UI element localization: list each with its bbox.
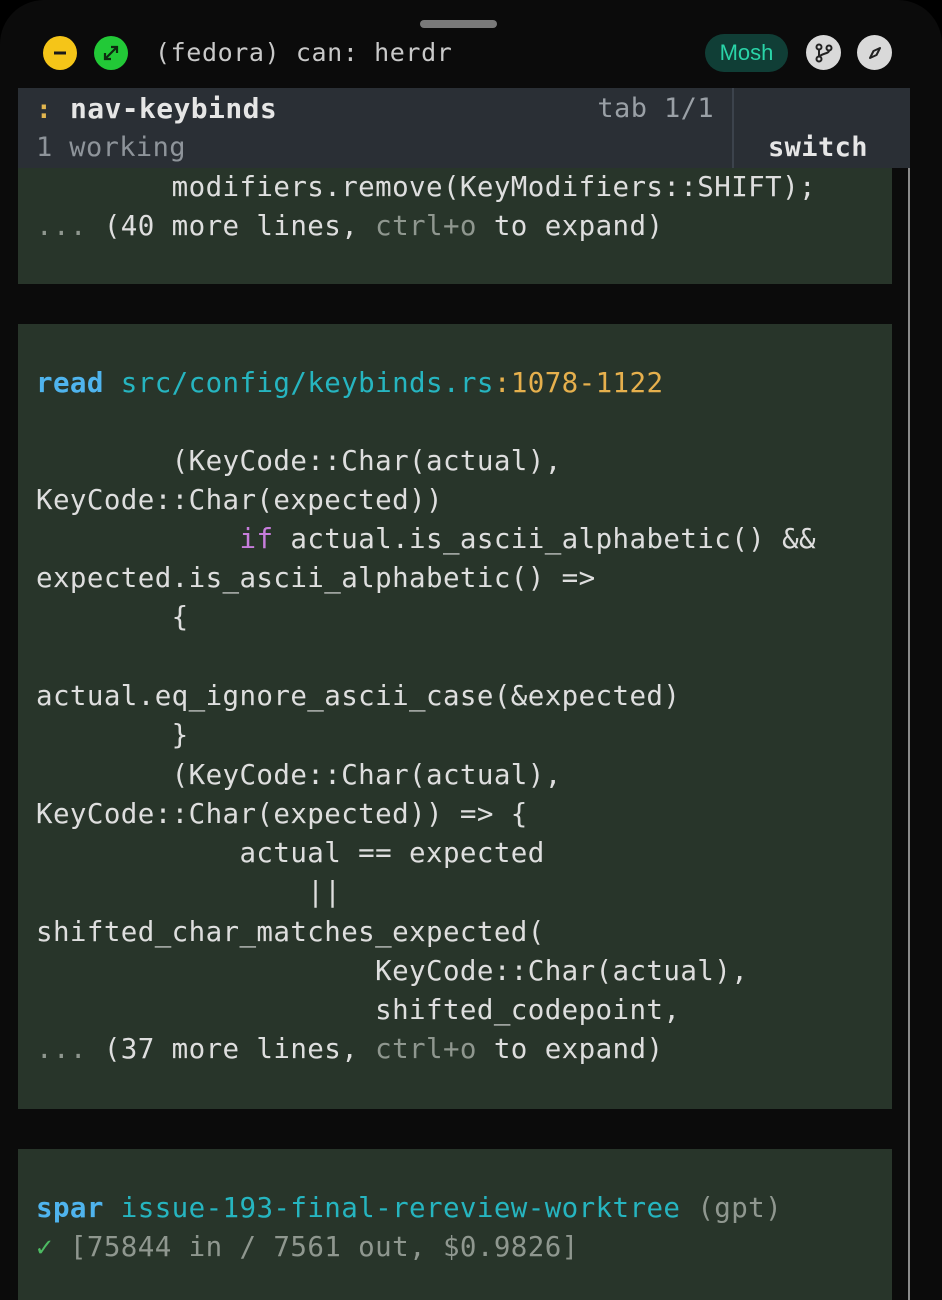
spar-tool-block: spar issue-193-final-rereview-worktree (…: [18, 1149, 892, 1300]
scrollbar[interactable]: [908, 168, 910, 1300]
session-status: 1 working: [36, 132, 186, 163]
read-command-line: read src/config/keybinds.rs:1078-1122: [36, 364, 663, 403]
check-icon: ✓: [36, 1231, 53, 1263]
file-path[interactable]: src/config/keybinds.rs: [121, 367, 494, 399]
expand-hint-suffix: to expand): [476, 210, 664, 242]
code-line: ||: [36, 876, 342, 908]
minimize-button[interactable]: [43, 36, 77, 70]
mosh-badge[interactable]: Mosh: [705, 34, 788, 72]
expand-hint-suffix: to expand): [476, 1033, 664, 1065]
compass-icon: [868, 46, 881, 59]
code-line: (KeyCode::Char(actual),: [36, 445, 562, 477]
terminal-window: (fedora) can: herdr Mosh modifiers.remov…: [0, 0, 942, 1300]
collapsed-lines-hint[interactable]: ... (40 more lines, ctrl+o to expand): [36, 207, 663, 246]
model-label: (gpt): [680, 1192, 783, 1224]
working-spinner-icon: :: [36, 95, 52, 125]
code-line: actual.eq_ignore_ascii_case(&expected): [36, 680, 681, 712]
code-line: modifiers.remove(KeyModifiers::SHIFT);: [36, 171, 816, 203]
expand-arrows-icon: [103, 45, 119, 61]
window-grabber[interactable]: [420, 20, 497, 28]
spar-result-line: ✓ [75844 in / 7561 out, $0.9826]: [36, 1228, 579, 1267]
token-stats: [75844 in / 7561 out, $0.9826]: [52, 1231, 579, 1263]
expand-shortcut: ctrl+o: [375, 210, 477, 242]
session-name: nav-keybinds: [70, 92, 278, 125]
session-header: : nav-keybinds tab 1/1 1 working switch: [18, 88, 910, 168]
branch-button[interactable]: [806, 35, 841, 70]
spar-command: spar: [36, 1192, 104, 1224]
compass-button[interactable]: [857, 35, 892, 70]
code-line: (KeyCode::Char(actual),: [36, 759, 562, 791]
code-line: shifted_codepoint,: [36, 994, 681, 1026]
more-lines-count: (37 more lines,: [103, 1033, 376, 1065]
minus-icon: [54, 51, 66, 55]
code-line: KeyCode::Char(expected)): [36, 484, 443, 516]
line-range: 1078-1122: [510, 367, 664, 399]
read-command: read: [36, 367, 104, 399]
spar-command-line: spar issue-193-final-rereview-worktree (…: [36, 1189, 782, 1228]
expand-shortcut: ctrl+o: [375, 1033, 477, 1065]
code-fragment: actual.is_ascii_alphabetic() &&: [273, 523, 817, 555]
session-info[interactable]: : nav-keybinds tab 1/1 1 working: [18, 88, 732, 168]
code-line: shifted_char_matches_expected(: [36, 916, 545, 948]
git-branch-icon: [815, 43, 832, 62]
code-line: }: [36, 719, 189, 751]
if-keyword: if: [239, 523, 274, 555]
code-line: expected.is_ascii_alphabetic() =>: [36, 562, 596, 594]
switch-button[interactable]: switch: [768, 129, 868, 167]
worktree-name[interactable]: issue-193-final-rereview-worktree: [121, 1192, 681, 1224]
code-line: KeyCode::Char(actual),: [36, 955, 749, 987]
code-line: KeyCode::Char(expected)) => {: [36, 798, 528, 830]
code-line: actual == expected: [36, 837, 545, 869]
code-line: {: [36, 601, 189, 633]
code-line: if actual.is_ascii_alphabetic() &&: [36, 520, 816, 559]
more-lines-count: (40 more lines,: [103, 210, 376, 242]
window-title: (fedora) can: herdr: [155, 38, 453, 67]
ellipsis: ...: [36, 1033, 104, 1065]
tab-counter: tab 1/1: [597, 93, 714, 124]
switch-panel: switch: [732, 88, 910, 168]
path-colon: :: [493, 367, 511, 399]
ellipsis: ...: [36, 210, 104, 242]
terminal-area[interactable]: modifiers.remove(KeyModifiers::SHIFT); .…: [0, 88, 942, 1300]
read-tool-block: read src/config/keybinds.rs:1078-1122 (K…: [18, 324, 892, 1109]
collapsed-lines-hint[interactable]: ... (37 more lines, ctrl+o to expand): [36, 1030, 663, 1069]
maximize-button[interactable]: [94, 36, 128, 70]
